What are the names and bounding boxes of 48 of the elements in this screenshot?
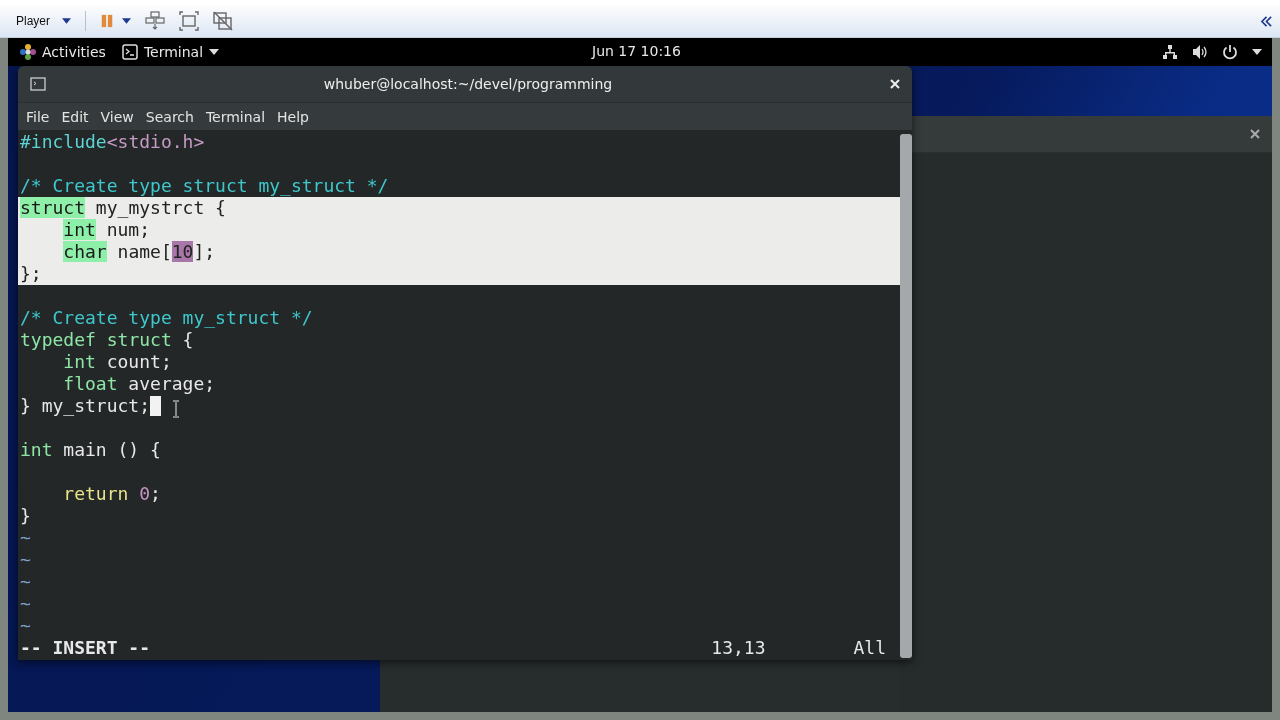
cursor-position: 13,13 <box>711 637 766 659</box>
code-line: int main () { <box>20 439 161 461</box>
code-line: int count; <box>63 351 172 373</box>
code-line: } <box>20 505 31 527</box>
scroll-position: All <box>853 637 886 659</box>
code-line: typedef struct { <box>20 329 194 351</box>
activities-button[interactable]: Activities <box>18 44 108 60</box>
player-menu[interactable]: Player <box>12 12 54 30</box>
empty-line-marker: ~ <box>20 615 31 637</box>
menu-item[interactable]: View <box>94 108 140 125</box>
code-line: }; <box>20 263 42 285</box>
power-icon[interactable] <box>1222 44 1238 60</box>
menu-item[interactable]: Edit <box>55 108 95 125</box>
caret-icon[interactable] <box>122 18 131 24</box>
clock[interactable]: Jun 17 10:16 <box>590 43 683 59</box>
empty-line-marker: ~ <box>20 571 31 593</box>
terminal-icon <box>30 77 46 91</box>
menu-item[interactable]: Search <box>139 108 200 125</box>
empty-line-marker: ~ <box>20 527 31 549</box>
network-icon[interactable] <box>1162 44 1178 60</box>
window-title: whuber@localhost:~/devel/programming <box>322 76 614 92</box>
close-icon[interactable] <box>1250 129 1260 139</box>
mode-indicator: -- INSERT -- <box>20 637 151 659</box>
app-menu[interactable]: Terminal <box>119 44 222 60</box>
scrollbar[interactable] <box>900 134 912 658</box>
empty-line-marker: ~ <box>20 549 31 571</box>
code-line: /* Create type struct my_struct */ <box>20 175 389 197</box>
terminal-icon <box>121 44 138 60</box>
volume-icon[interactable] <box>1192 44 1208 60</box>
code-line: float average; <box>63 373 216 395</box>
code-line: char name[10]; <box>63 241 216 263</box>
flower-icon <box>20 44 36 60</box>
empty-line-marker: ~ <box>20 593 31 615</box>
caret-icon[interactable] <box>62 18 71 24</box>
text-cursor-icon <box>172 400 180 418</box>
code-line: int num; <box>63 219 151 241</box>
code-line: /* Create type my_struct */ <box>20 307 313 329</box>
double-chevron-icon[interactable] <box>1261 15 1272 27</box>
menu-item[interactable]: Terminal <box>199 108 272 125</box>
caret-icon[interactable] <box>1252 49 1262 55</box>
code-line: } my_struct; <box>20 395 151 417</box>
menu-item[interactable]: File <box>20 108 56 125</box>
code-line: #include<stdio.h> <box>20 131 205 153</box>
code-line: struct my_mystrct { <box>20 197 226 219</box>
fullscreen-icon[interactable] <box>179 11 199 31</box>
caret-icon <box>209 49 220 55</box>
menu-item[interactable]: Help <box>271 108 315 125</box>
code-line: return 0; <box>63 483 161 505</box>
